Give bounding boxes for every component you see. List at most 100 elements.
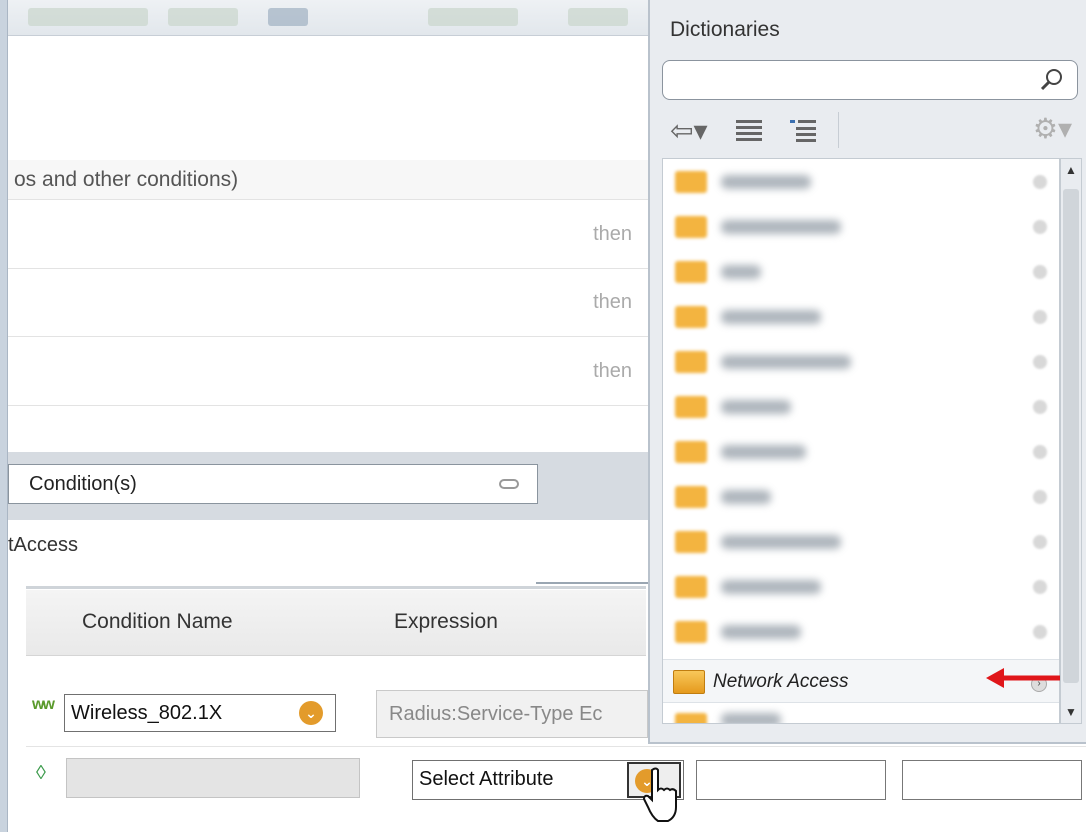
list-item[interactable]	[663, 609, 1059, 654]
folder-icon	[675, 486, 707, 508]
then-label: then	[593, 291, 632, 313]
folder-icon	[675, 576, 707, 598]
list-item[interactable]	[663, 204, 1059, 249]
then-label: then	[593, 360, 632, 382]
dictionary-toolbar: ⇦▾ ⚙▾	[662, 108, 1082, 154]
toolbar-element	[28, 8, 148, 26]
list-item[interactable]	[663, 474, 1059, 519]
blurred-label	[721, 625, 801, 639]
folder-icon	[675, 351, 707, 373]
list-item[interactable]	[663, 249, 1059, 294]
expression-dropdown: Radius:Service-Type Ec	[376, 690, 648, 738]
conditions-button[interactable]: Condition(s)	[8, 464, 538, 504]
list-item[interactable]	[663, 159, 1059, 204]
partial-rule-name: tAccess	[8, 534, 79, 556]
list-view-icon[interactable]	[734, 118, 764, 144]
rule-row: then	[8, 201, 648, 269]
folder-icon	[675, 531, 707, 553]
row-divider	[26, 746, 1086, 747]
expand-icon	[1033, 535, 1047, 549]
blurred-label	[721, 175, 811, 189]
rule-row: then	[8, 338, 648, 406]
expand-icon	[1033, 265, 1047, 279]
then-label: then	[593, 223, 632, 245]
network-access-label: Network Access	[713, 671, 849, 692]
blurred-label	[721, 400, 791, 414]
operator-input[interactable]	[696, 760, 886, 800]
blurred-label	[721, 355, 851, 369]
toolbar-element	[568, 8, 628, 26]
toolbar-element	[268, 8, 308, 26]
red-arrow-annotation-icon	[986, 668, 1060, 688]
folder-icon	[675, 171, 707, 193]
blurred-label	[721, 713, 781, 723]
conditions-table-header: Condition Name Expression	[26, 590, 646, 656]
dictionary-list: Network Access ›	[662, 158, 1060, 724]
condition-name-input-disabled	[66, 758, 360, 798]
expand-icon	[1033, 310, 1047, 324]
dictionary-search-input[interactable]	[662, 60, 1078, 100]
scroll-up-icon[interactable]: ▲	[1065, 163, 1077, 177]
expand-icon	[1033, 490, 1047, 504]
blurred-label	[721, 490, 771, 504]
rule-row: then	[8, 269, 648, 337]
diamond-icon: ◊	[36, 762, 46, 784]
blurred-label	[721, 445, 806, 459]
list-item[interactable]	[663, 705, 1059, 723]
folder-icon	[675, 261, 707, 283]
list-item[interactable]	[663, 384, 1059, 429]
value-input[interactable]	[902, 760, 1082, 800]
scrollbar-thumb[interactable]	[1063, 189, 1079, 683]
collapse-icon[interactable]	[499, 479, 519, 489]
divider	[26, 586, 646, 589]
expand-icon	[1033, 625, 1047, 639]
scroll-down-icon[interactable]: ▼	[1065, 705, 1077, 719]
top-toolbar	[8, 0, 648, 36]
expand-icon	[1033, 175, 1047, 189]
folder-icon	[675, 306, 707, 328]
condition-name-header: Condition Name	[82, 610, 233, 633]
toolbar-element	[428, 8, 518, 26]
list-item[interactable]	[663, 564, 1059, 609]
blurred-label	[721, 535, 841, 549]
wireless-condition-icon: ᴡᴡ	[32, 696, 55, 713]
gear-icon[interactable]: ⚙▾	[1033, 112, 1072, 145]
folder-icon	[675, 396, 707, 418]
list-item[interactable]	[663, 519, 1059, 564]
expand-icon	[1033, 445, 1047, 459]
expand-icon	[1033, 220, 1047, 234]
expression-value: Radius:Service-Type Ec	[389, 703, 603, 725]
condition-name-dropdown[interactable]: Wireless_802.1X ⌄	[64, 694, 336, 732]
list-item[interactable]	[663, 294, 1059, 339]
tree-view-icon[interactable]	[788, 118, 818, 144]
search-icon[interactable]	[1039, 67, 1065, 93]
blurred-label	[721, 265, 761, 279]
expand-icon	[1033, 400, 1047, 414]
list-item[interactable]	[663, 339, 1059, 384]
partial-description-text: os and other conditions)	[14, 168, 239, 191]
list-item[interactable]	[663, 429, 1059, 474]
folder-icon	[675, 216, 707, 238]
divider	[536, 582, 648, 584]
expand-icon	[1033, 580, 1047, 594]
select-attribute-label: Select Attribute	[419, 768, 554, 790]
rule-description-row: os and other conditions)	[8, 160, 648, 200]
conditions-button-label: Condition(s)	[29, 473, 137, 495]
folder-icon	[675, 621, 707, 643]
blurred-label	[721, 310, 821, 324]
chevron-down-icon[interactable]: ⌄	[299, 701, 323, 725]
back-arrow-icon[interactable]: ⇦▾	[670, 114, 708, 147]
dictionaries-title: Dictionaries	[670, 18, 780, 41]
folder-icon	[673, 670, 705, 694]
window-frame-left	[0, 0, 8, 832]
hand-cursor-icon	[642, 767, 677, 822]
condition-name-value: Wireless_802.1X	[71, 702, 223, 724]
toolbar-separator	[838, 112, 839, 148]
dictionaries-panel: Dictionaries ⇦▾ ⚙▾ Network Access › ▲ ▼	[648, 0, 1086, 744]
toolbar-element	[168, 8, 238, 26]
dictionary-scrollbar[interactable]: ▲ ▼	[1060, 158, 1082, 724]
expression-header: Expression	[394, 610, 498, 633]
blurred-label	[721, 220, 841, 234]
folder-icon	[675, 713, 707, 723]
blurred-label	[721, 580, 821, 594]
